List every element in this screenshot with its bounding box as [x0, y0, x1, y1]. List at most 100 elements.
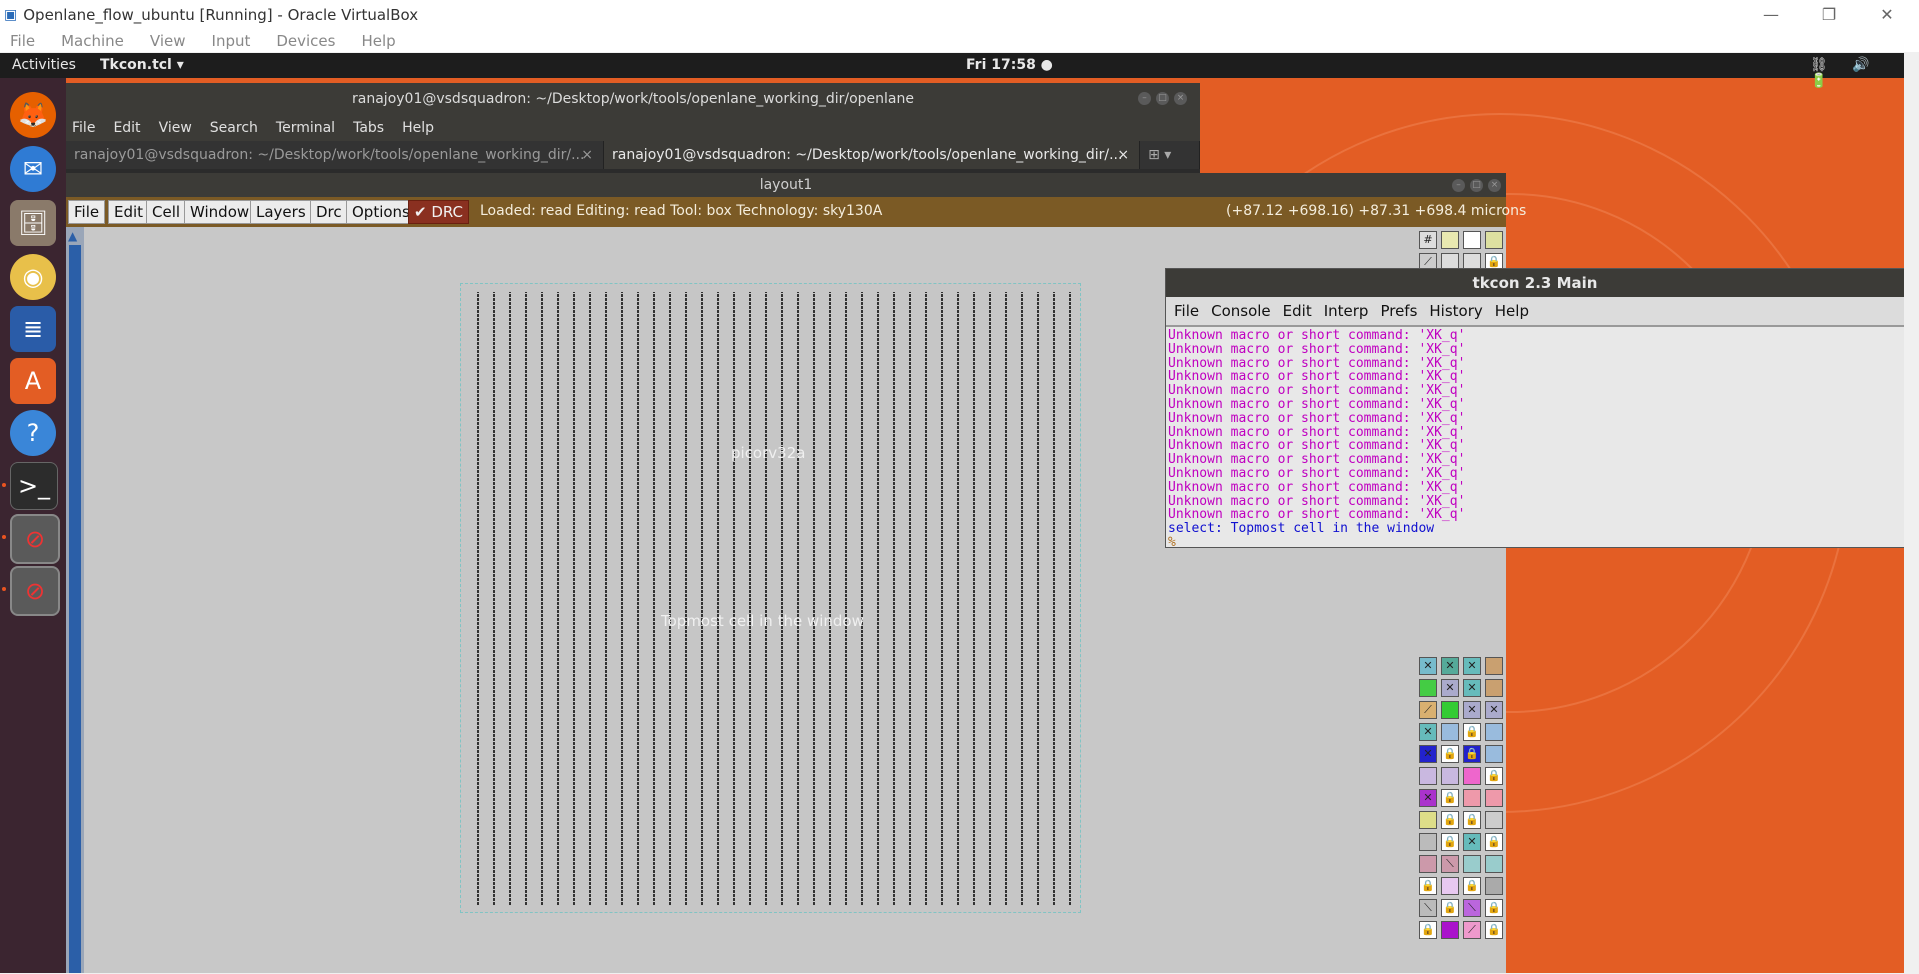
- menu-view[interactable]: View: [150, 32, 186, 50]
- layer-swatch[interactable]: ⟋: [1463, 921, 1481, 939]
- lock-icon[interactable]: 🔒: [1463, 811, 1481, 829]
- layer-swatch[interactable]: ✕: [1463, 833, 1481, 851]
- layer-swatch[interactable]: [1441, 921, 1459, 939]
- lock-icon[interactable]: 🔒: [1463, 877, 1481, 895]
- tkcon-menu-interp[interactable]: Interp: [1324, 302, 1369, 320]
- lock-icon[interactable]: 🔒: [1463, 745, 1481, 763]
- terminal-menu-help[interactable]: Help: [402, 120, 434, 136]
- help-icon[interactable]: ?: [10, 410, 56, 456]
- maximize-icon[interactable]: □: [1156, 92, 1169, 105]
- layer-swatch[interactable]: [1485, 723, 1503, 741]
- layer-swatch[interactable]: [1485, 745, 1503, 763]
- layer-swatch[interactable]: ✕: [1463, 679, 1481, 697]
- tkcon-menu-file[interactable]: File: [1174, 302, 1199, 320]
- files-icon[interactable]: 🗄: [10, 200, 56, 246]
- layer-swatch[interactable]: ✕: [1419, 723, 1437, 741]
- firefox-icon[interactable]: 🦊: [10, 92, 56, 138]
- close-tab-icon[interactable]: ×: [1117, 141, 1129, 169]
- vertical-scrollbar[interactable]: ▲: [66, 227, 84, 973]
- layer-swatch[interactable]: ✕: [1463, 657, 1481, 675]
- tkcon-menu-help[interactable]: Help: [1495, 302, 1529, 320]
- lock-icon[interactable]: 🔒: [1441, 745, 1459, 763]
- scroll-track[interactable]: [69, 245, 81, 973]
- minimize-button[interactable]: —: [1748, 0, 1794, 30]
- layer-swatch[interactable]: [1463, 231, 1481, 249]
- lock-icon[interactable]: 🔒: [1419, 921, 1437, 939]
- layer-swatch[interactable]: [1485, 877, 1503, 895]
- magic-icon[interactable]: ⊘: [10, 566, 60, 616]
- minimize-icon[interactable]: –: [1452, 179, 1465, 192]
- drc-toggle[interactable]: ✔ DRC: [408, 200, 470, 224]
- terminal-menu-file[interactable]: File: [72, 120, 95, 136]
- menu-input[interactable]: Input: [212, 32, 251, 50]
- lock-icon[interactable]: 🔒: [1441, 789, 1459, 807]
- cell-box[interactable]: picorv32a Topmost cell in the window: [460, 283, 1081, 913]
- layer-swatch[interactable]: [1485, 657, 1503, 675]
- magic-menu-options[interactable]: Options: [346, 200, 416, 224]
- layer-swatch[interactable]: [1441, 231, 1459, 249]
- layer-swatch[interactable]: ✕: [1441, 657, 1459, 675]
- software-icon[interactable]: A: [10, 358, 56, 404]
- menu-help[interactable]: Help: [361, 32, 395, 50]
- magic-menu-window[interactable]: Window: [184, 200, 256, 224]
- layer-swatch[interactable]: [1485, 679, 1503, 697]
- maximize-icon[interactable]: □: [1470, 179, 1483, 192]
- app-menu[interactable]: Tkcon.tcl ▾: [100, 57, 184, 73]
- lock-icon[interactable]: 🔒: [1441, 811, 1459, 829]
- magic-menu-edit[interactable]: Edit: [108, 200, 150, 224]
- layer-swatch[interactable]: ✕: [1463, 701, 1481, 719]
- minimize-icon[interactable]: –: [1138, 92, 1151, 105]
- system-tray[interactable]: ⛓ 🔊 🔋: [1810, 57, 1905, 89]
- console-prompt[interactable]: %: [1168, 536, 1902, 547]
- rhythmbox-icon[interactable]: ◉: [10, 254, 56, 300]
- lock-icon[interactable]: 🔒: [1485, 921, 1503, 939]
- thunderbird-icon[interactable]: ✉: [10, 146, 56, 192]
- activities-button[interactable]: Activities: [12, 57, 76, 73]
- layer-swatch[interactable]: [1441, 767, 1459, 785]
- magic-menu-file[interactable]: File: [68, 200, 106, 224]
- terminal-menu-tabs[interactable]: Tabs: [353, 120, 384, 136]
- layer-swatch[interactable]: ⟍: [1419, 899, 1437, 917]
- lock-icon[interactable]: 🔒: [1485, 767, 1503, 785]
- lock-icon[interactable]: 🔒: [1441, 899, 1459, 917]
- tkcon-menu-console[interactable]: Console: [1211, 302, 1271, 320]
- lock-icon[interactable]: 🔒: [1419, 877, 1437, 895]
- layer-swatch[interactable]: [1485, 789, 1503, 807]
- terminal-tab-1[interactable]: ranajoy01@vsdsquadron: ~/Desktop/work/to…: [66, 141, 605, 169]
- layer-swatch[interactable]: [1463, 855, 1481, 873]
- grid-icon[interactable]: #: [1419, 231, 1437, 249]
- terminal-menu-search[interactable]: Search: [210, 120, 258, 136]
- layer-swatch[interactable]: [1419, 811, 1437, 829]
- close-button[interactable]: ✕: [1864, 0, 1910, 30]
- tkcon-menu-prefs[interactable]: Prefs: [1380, 302, 1417, 320]
- layer-swatch[interactable]: [1463, 789, 1481, 807]
- tkcon-menu-edit[interactable]: Edit: [1283, 302, 1312, 320]
- lock-icon[interactable]: 🔒: [1441, 833, 1459, 851]
- layer-swatch[interactable]: [1463, 767, 1481, 785]
- layer-swatch[interactable]: ✕: [1419, 789, 1437, 807]
- host-scrollbar[interactable]: [1904, 53, 1919, 973]
- tkcon-console-output[interactable]: Unknown macro or short command: 'XK_q' U…: [1166, 327, 1904, 547]
- layer-swatch[interactable]: ✕: [1419, 657, 1437, 675]
- terminal-menu-view[interactable]: View: [159, 120, 192, 136]
- layer-swatch[interactable]: [1441, 877, 1459, 895]
- layer-swatch[interactable]: ⟍: [1463, 899, 1481, 917]
- terminal-icon[interactable]: >_: [10, 462, 58, 510]
- magic-icon[interactable]: ⊘: [10, 514, 60, 564]
- layer-swatch[interactable]: [1419, 679, 1437, 697]
- terminal-menu-edit[interactable]: Edit: [113, 120, 140, 136]
- scroll-up-icon[interactable]: ▲: [68, 229, 77, 243]
- layer-swatch[interactable]: ✕: [1485, 701, 1503, 719]
- lock-icon[interactable]: 🔒: [1485, 833, 1503, 851]
- tkcon-menu-history[interactable]: History: [1429, 302, 1482, 320]
- lock-icon[interactable]: 🔒: [1485, 899, 1503, 917]
- layer-swatch[interactable]: [1485, 855, 1503, 873]
- menu-devices[interactable]: Devices: [276, 32, 335, 50]
- layout-canvas[interactable]: picorv32a Topmost cell in the window: [84, 227, 1159, 973]
- layer-swatch[interactable]: ✕: [1419, 745, 1437, 763]
- layer-swatch[interactable]: [1485, 811, 1503, 829]
- layer-swatch[interactable]: ⟍: [1441, 855, 1459, 873]
- layer-swatch[interactable]: [1419, 833, 1437, 851]
- close-icon[interactable]: ×: [1488, 179, 1501, 192]
- restore-button[interactable]: ❐: [1806, 0, 1852, 30]
